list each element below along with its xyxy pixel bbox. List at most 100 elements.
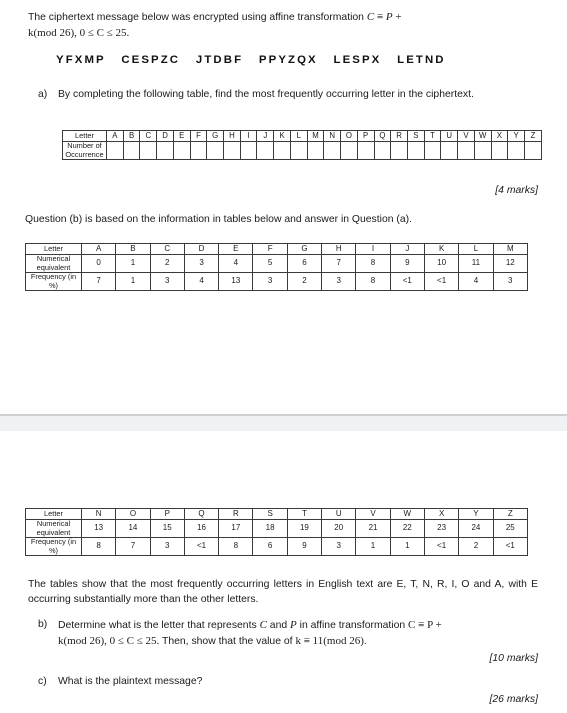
occurrence-count-T[interactable] — [423, 140, 442, 161]
question-c-text: What is the plaintext message? — [58, 676, 203, 687]
occurrence-letter-Q: Q — [373, 130, 392, 142]
occurrence-letter-C: C — [139, 130, 158, 142]
freq-am-num-F: 5 — [252, 253, 288, 274]
question-b-symbol-p: P — [290, 619, 297, 631]
occurrence-count-O[interactable] — [340, 140, 358, 161]
freq-nz-val-W: 1 — [389, 537, 425, 557]
freq-nz-val-Y: 2 — [458, 537, 494, 557]
freq-nz-letter-P: P — [149, 508, 185, 520]
table-row-occurrence-counts: Number of Occurrence — [62, 140, 543, 161]
occurrence-letter-J: J — [256, 130, 275, 142]
occurrence-count-M[interactable] — [306, 140, 325, 161]
freq-am-letter-H: H — [321, 243, 357, 255]
freq-nz-num-Q: 16 — [183, 518, 220, 539]
tables-note: Question (b) is based on the information… — [25, 214, 412, 225]
freq-am-val-J: <1 — [389, 272, 425, 292]
question-a-text: By completing the following table, find … — [58, 89, 474, 100]
freq-nz-num-Y: 24 — [458, 518, 494, 539]
occurrence-count-W[interactable] — [473, 140, 492, 161]
question-b: b) Determine what is the letter that rep… — [38, 618, 538, 649]
occurrence-count-X[interactable] — [490, 140, 509, 161]
freq-am-num-L: 11 — [458, 253, 494, 274]
summary-paragraph: The tables show that the most frequently… — [28, 579, 538, 605]
freq-am-num-M: 12 — [492, 253, 529, 274]
occurrence-count-V[interactable] — [457, 140, 475, 161]
occurrence-count-G[interactable] — [206, 140, 225, 161]
occurrence-letter-Z: Z — [523, 130, 543, 142]
freq-nz-letter-T: T — [286, 508, 323, 520]
freq-am-num-B: 1 — [115, 253, 151, 274]
occurrence-letter-D: D — [156, 130, 174, 142]
freq-nz-num-S: 18 — [252, 518, 288, 539]
freq-nz-num-W: 22 — [389, 518, 425, 539]
question-b-label: b) — [38, 619, 48, 630]
freq-nz-letter-R: R — [218, 508, 254, 520]
freq-nz-letter-Y: Y — [458, 508, 494, 520]
freq-am-letter-E: E — [218, 243, 254, 255]
freq-am-num-A: 0 — [80, 253, 117, 274]
occurrence-count-P[interactable] — [356, 140, 375, 161]
freq-am-letter-G: G — [286, 243, 323, 255]
question-a: a) By completing the following table, fi… — [38, 88, 538, 103]
question-c-label: c) — [38, 676, 47, 687]
occurrence-count-Z[interactable] — [523, 140, 543, 161]
row-header-letter: Letter — [62, 130, 107, 142]
occurrence-count-F[interactable] — [189, 140, 208, 161]
freq-nz-letter-V: V — [355, 508, 391, 520]
occurrence-count-Y[interactable] — [507, 140, 525, 161]
occurrence-count-B[interactable] — [122, 140, 141, 161]
freq-nz-val-Q: <1 — [183, 537, 220, 557]
freq-am-num-C: 2 — [149, 253, 185, 274]
occurrence-count-U[interactable] — [440, 140, 459, 161]
freq-nz-num-U: 20 — [321, 518, 357, 539]
freq-nz-letter-Q: Q — [183, 508, 220, 520]
occurrence-count-E[interactable] — [172, 140, 191, 161]
occurrence-count-A[interactable] — [106, 140, 124, 161]
freq-nz-val-R: 8 — [218, 537, 254, 557]
freq-am-val-K: <1 — [423, 272, 460, 292]
occurrence-count-J[interactable] — [256, 140, 275, 161]
freq-am-letter-K: K — [423, 243, 460, 255]
freq-nz-val-X: <1 — [423, 537, 460, 557]
table-row-frequency: Frequency (in %) 7 1 3 4 13 3 2 3 8 <1 <… — [25, 272, 529, 292]
occurrence-count-S[interactable] — [406, 140, 425, 161]
intro-math-equiv: ≡ — [374, 11, 386, 23]
freq-am-val-F: 3 — [252, 272, 288, 292]
question-b-formula-k: k ≡ 11(mod 26) — [295, 634, 364, 647]
occurrence-count-N[interactable] — [323, 140, 342, 161]
freq-nz-val-S: 6 — [252, 537, 288, 557]
freq-am-letter-J: J — [389, 243, 425, 255]
occurrence-count-L[interactable] — [289, 140, 308, 161]
table-row-letter-header: Letter A B C D E F G H I J K L M — [25, 243, 529, 255]
occurrence-count-Q[interactable] — [373, 140, 392, 161]
occurrence-letter-G: G — [206, 130, 225, 142]
occurrence-count-H[interactable] — [223, 140, 241, 161]
freq-am-num-G: 6 — [286, 253, 323, 274]
occurrence-count-C[interactable] — [139, 140, 158, 161]
occurrence-count-I[interactable] — [239, 140, 258, 161]
freq-am-val-D: 4 — [183, 272, 220, 292]
occurrence-count-R[interactable] — [390, 140, 408, 161]
exam-question-page: The ciphertext message below was encrypt… — [0, 0, 567, 713]
occurrence-count-D[interactable] — [156, 140, 174, 161]
freq-nz-val-V: 1 — [355, 537, 391, 557]
freq-nz-num-Z: 25 — [492, 518, 529, 539]
occurrence-letter-Y: Y — [507, 130, 525, 142]
intro-paragraph: The ciphertext message below was encrypt… — [28, 10, 538, 26]
freq-am-val-A: 7 — [80, 272, 117, 292]
freq-nz-val-O: 7 — [115, 537, 151, 557]
freq-am-letter-L: L — [458, 243, 494, 255]
occurrence-letter-O: O — [340, 130, 358, 142]
occurrence-count-K[interactable] — [273, 140, 291, 161]
freq-nz-num-X: 23 — [423, 518, 460, 539]
row-header-letter: Letter — [25, 508, 82, 520]
question-c: c) What is the plaintext message? — [38, 675, 538, 690]
occurrence-letter-H: H — [223, 130, 241, 142]
table-row-frequency: Frequency (in %) 8 7 3 <1 8 6 9 3 1 1 <1… — [25, 537, 529, 557]
freq-am-num-E: 4 — [218, 253, 254, 274]
question-b-text-line2-end: . — [363, 635, 367, 647]
freq-am-num-I: 8 — [355, 253, 391, 274]
freq-nz-val-T: 9 — [286, 537, 323, 557]
question-b-text-post: in affine transformation — [296, 620, 409, 631]
occurrence-letter-E: E — [172, 130, 191, 142]
